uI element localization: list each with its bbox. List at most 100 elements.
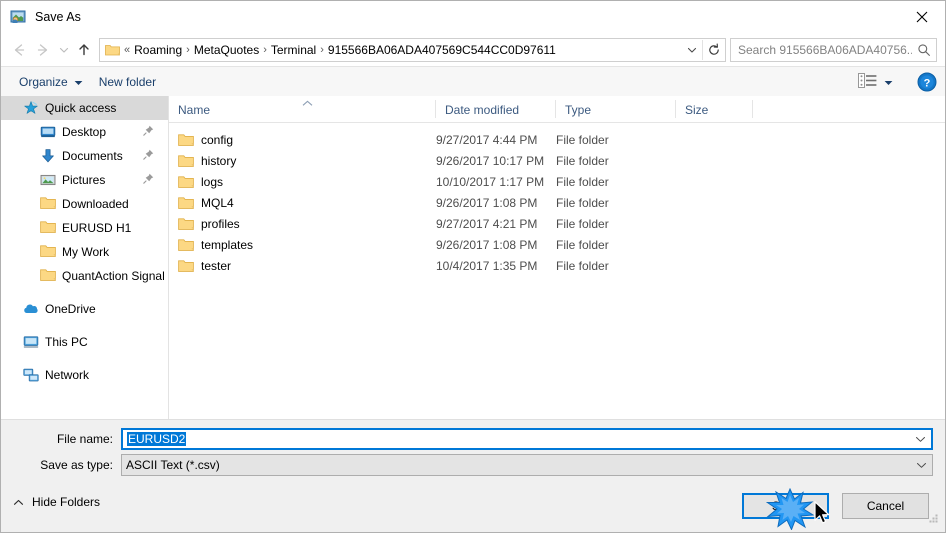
- file-name-cell: history: [169, 154, 436, 168]
- forward-arrow-icon[interactable]: [31, 38, 55, 62]
- file-name-combobox[interactable]: EURUSD2: [121, 428, 933, 450]
- save-button[interactable]: Save: [742, 493, 829, 519]
- sidebar-item-label: This PC: [45, 335, 88, 349]
- toolbar-right-group: ?: [854, 67, 937, 97]
- table-row[interactable]: config 9/27/2017 4:44 PM File folder: [169, 129, 945, 150]
- window-title: Save As: [35, 9, 81, 24]
- file-list-rows: config 9/27/2017 4:44 PM File folder his…: [169, 123, 945, 276]
- save-as-type-value: ASCII Text (*.csv): [126, 458, 220, 472]
- sidebar-item-label: OneDrive: [45, 302, 96, 316]
- file-date-cell: 9/26/2017 1:08 PM: [436, 237, 538, 252]
- file-name-label: tester: [201, 258, 232, 273]
- breadcrumb-item-metaquotes[interactable]: MetaQuotes: [191, 43, 262, 57]
- sidebar-item-documents[interactable]: Documents: [1, 144, 168, 168]
- documents-download-icon: [40, 148, 56, 164]
- sidebar-item-my-work[interactable]: My Work: [1, 240, 168, 264]
- sidebar-item-label: Network: [45, 368, 90, 382]
- close-button[interactable]: [899, 1, 945, 32]
- sidebar-item-quick-access[interactable]: Quick access: [1, 96, 168, 120]
- view-layout-button[interactable]: [854, 70, 897, 94]
- table-row[interactable]: tester 10/4/2017 1:35 PM File folder: [169, 255, 945, 276]
- help-button[interactable]: ?: [917, 72, 937, 92]
- folder-icon: [178, 196, 194, 210]
- table-row[interactable]: MQL4 9/26/2017 1:08 PM File folder: [169, 192, 945, 213]
- file-type-cell: File folder: [556, 174, 609, 189]
- breadcrumb-overflow[interactable]: «: [123, 44, 131, 56]
- address-dropdown-chevron-icon[interactable]: [682, 44, 702, 56]
- title-bar: Save As: [1, 1, 945, 33]
- file-name-label: logs: [201, 174, 224, 189]
- sort-ascending-caret-icon: [302, 96, 313, 110]
- sidebar-item-network[interactable]: Network: [1, 363, 168, 387]
- save-as-type-label: Save as type:: [40, 458, 113, 472]
- sidebar-item-label: Quick access: [45, 101, 117, 115]
- table-row[interactable]: history 9/26/2017 10:17 PM File folder: [169, 150, 945, 171]
- file-name-label: history: [201, 153, 237, 168]
- refresh-icon[interactable]: [703, 43, 725, 57]
- folder-icon: [40, 196, 56, 212]
- desktop-monitor-icon: [40, 124, 56, 140]
- file-name-input[interactable]: EURUSD2: [123, 432, 909, 446]
- file-type-cell: File folder: [556, 132, 609, 147]
- breadcrumb-item-roaming[interactable]: Roaming: [131, 43, 185, 57]
- sidebar-item-pictures[interactable]: Pictures: [1, 168, 168, 192]
- sidebar-item-eurusd-h1[interactable]: EURUSD H1: [1, 216, 168, 240]
- column-header-label: Name: [178, 102, 211, 117]
- sidebar-item-onedrive[interactable]: OneDrive: [1, 297, 168, 321]
- pin-icon: [143, 173, 154, 187]
- file-type-row: Save as type: ASCII Text (*.csv): [1, 454, 945, 476]
- save-as-type-chevron-down-icon[interactable]: [910, 462, 932, 469]
- file-type-cell: File folder: [556, 153, 609, 168]
- hide-folders-label: Hide Folders: [32, 495, 101, 509]
- column-header-label: Type: [565, 102, 592, 117]
- sidebar-item-label: Downloaded: [62, 197, 129, 211]
- column-header-size[interactable]: Size: [676, 97, 753, 122]
- resize-grip-icon[interactable]: [927, 512, 940, 528]
- breadcrumb-item-terminal[interactable]: Terminal: [268, 43, 319, 57]
- save-as-type-combobox[interactable]: ASCII Text (*.csv): [121, 454, 933, 476]
- folder-icon: [178, 238, 194, 252]
- organize-button[interactable]: Organize: [11, 70, 91, 94]
- navigation-bar: « Roaming › MetaQuotes › Terminal › 9155…: [1, 33, 945, 66]
- new-folder-button[interactable]: New folder: [91, 70, 164, 94]
- hide-folders-button[interactable]: Hide Folders: [13, 495, 100, 509]
- sidebar-item-desktop[interactable]: Desktop: [1, 120, 168, 144]
- address-bar[interactable]: « Roaming › MetaQuotes › Terminal › 9155…: [99, 37, 726, 62]
- sidebar-item-quantaction-signal[interactable]: QuantAction Signal: [1, 264, 168, 288]
- table-row[interactable]: profiles 9/27/2017 4:21 PM File folder: [169, 213, 945, 234]
- breadcrumb-item-instance[interactable]: 915566BA06ADA407569C544CC0D97611: [325, 43, 559, 57]
- folder-icon: [178, 259, 194, 273]
- folder-icon: [178, 154, 194, 168]
- file-name-value: EURUSD2: [127, 432, 187, 446]
- column-header-date-modified[interactable]: Date modified: [436, 97, 556, 122]
- file-type-cell: File folder: [556, 195, 609, 210]
- file-name-chevron-down-icon[interactable]: [909, 436, 931, 443]
- table-row[interactable]: logs 10/10/2017 1:17 PM File folder: [169, 171, 945, 192]
- file-date-cell: 9/26/2017 1:08 PM: [436, 195, 538, 210]
- file-date-cell: 10/10/2017 1:17 PM: [436, 174, 545, 189]
- cancel-button[interactable]: Cancel: [842, 493, 929, 519]
- folder-icon: [40, 244, 56, 260]
- up-arrow-icon[interactable]: [72, 38, 96, 62]
- back-arrow-icon[interactable]: [7, 38, 31, 62]
- view-chevron-down-icon: [884, 75, 893, 89]
- file-name-cell: profiles: [169, 217, 436, 231]
- sidebar-item-this-pc[interactable]: This PC: [1, 330, 168, 354]
- sidebar-item-downloaded[interactable]: Downloaded: [1, 192, 168, 216]
- table-row[interactable]: templates 9/26/2017 1:08 PM File folder: [169, 234, 945, 255]
- sidebar-item-label: Pictures: [62, 173, 106, 187]
- file-name-label: profiles: [201, 216, 240, 231]
- search-box[interactable]: Search 915566BA06ADA40756...: [730, 37, 937, 62]
- save-as-app-icon: [10, 9, 27, 25]
- folder-icon: [178, 217, 194, 231]
- folder-icon: [40, 268, 56, 284]
- recent-locations-chevron-icon[interactable]: [55, 38, 72, 62]
- file-name-label: File name:: [56, 432, 113, 446]
- search-input[interactable]: Search 915566BA06ADA40756...: [731, 43, 912, 57]
- file-name-cell: tester: [169, 259, 436, 273]
- sidebar-item-label: QuantAction Signal: [62, 269, 165, 283]
- column-header-name[interactable]: Name: [169, 97, 436, 122]
- column-header-type[interactable]: Type: [556, 97, 676, 122]
